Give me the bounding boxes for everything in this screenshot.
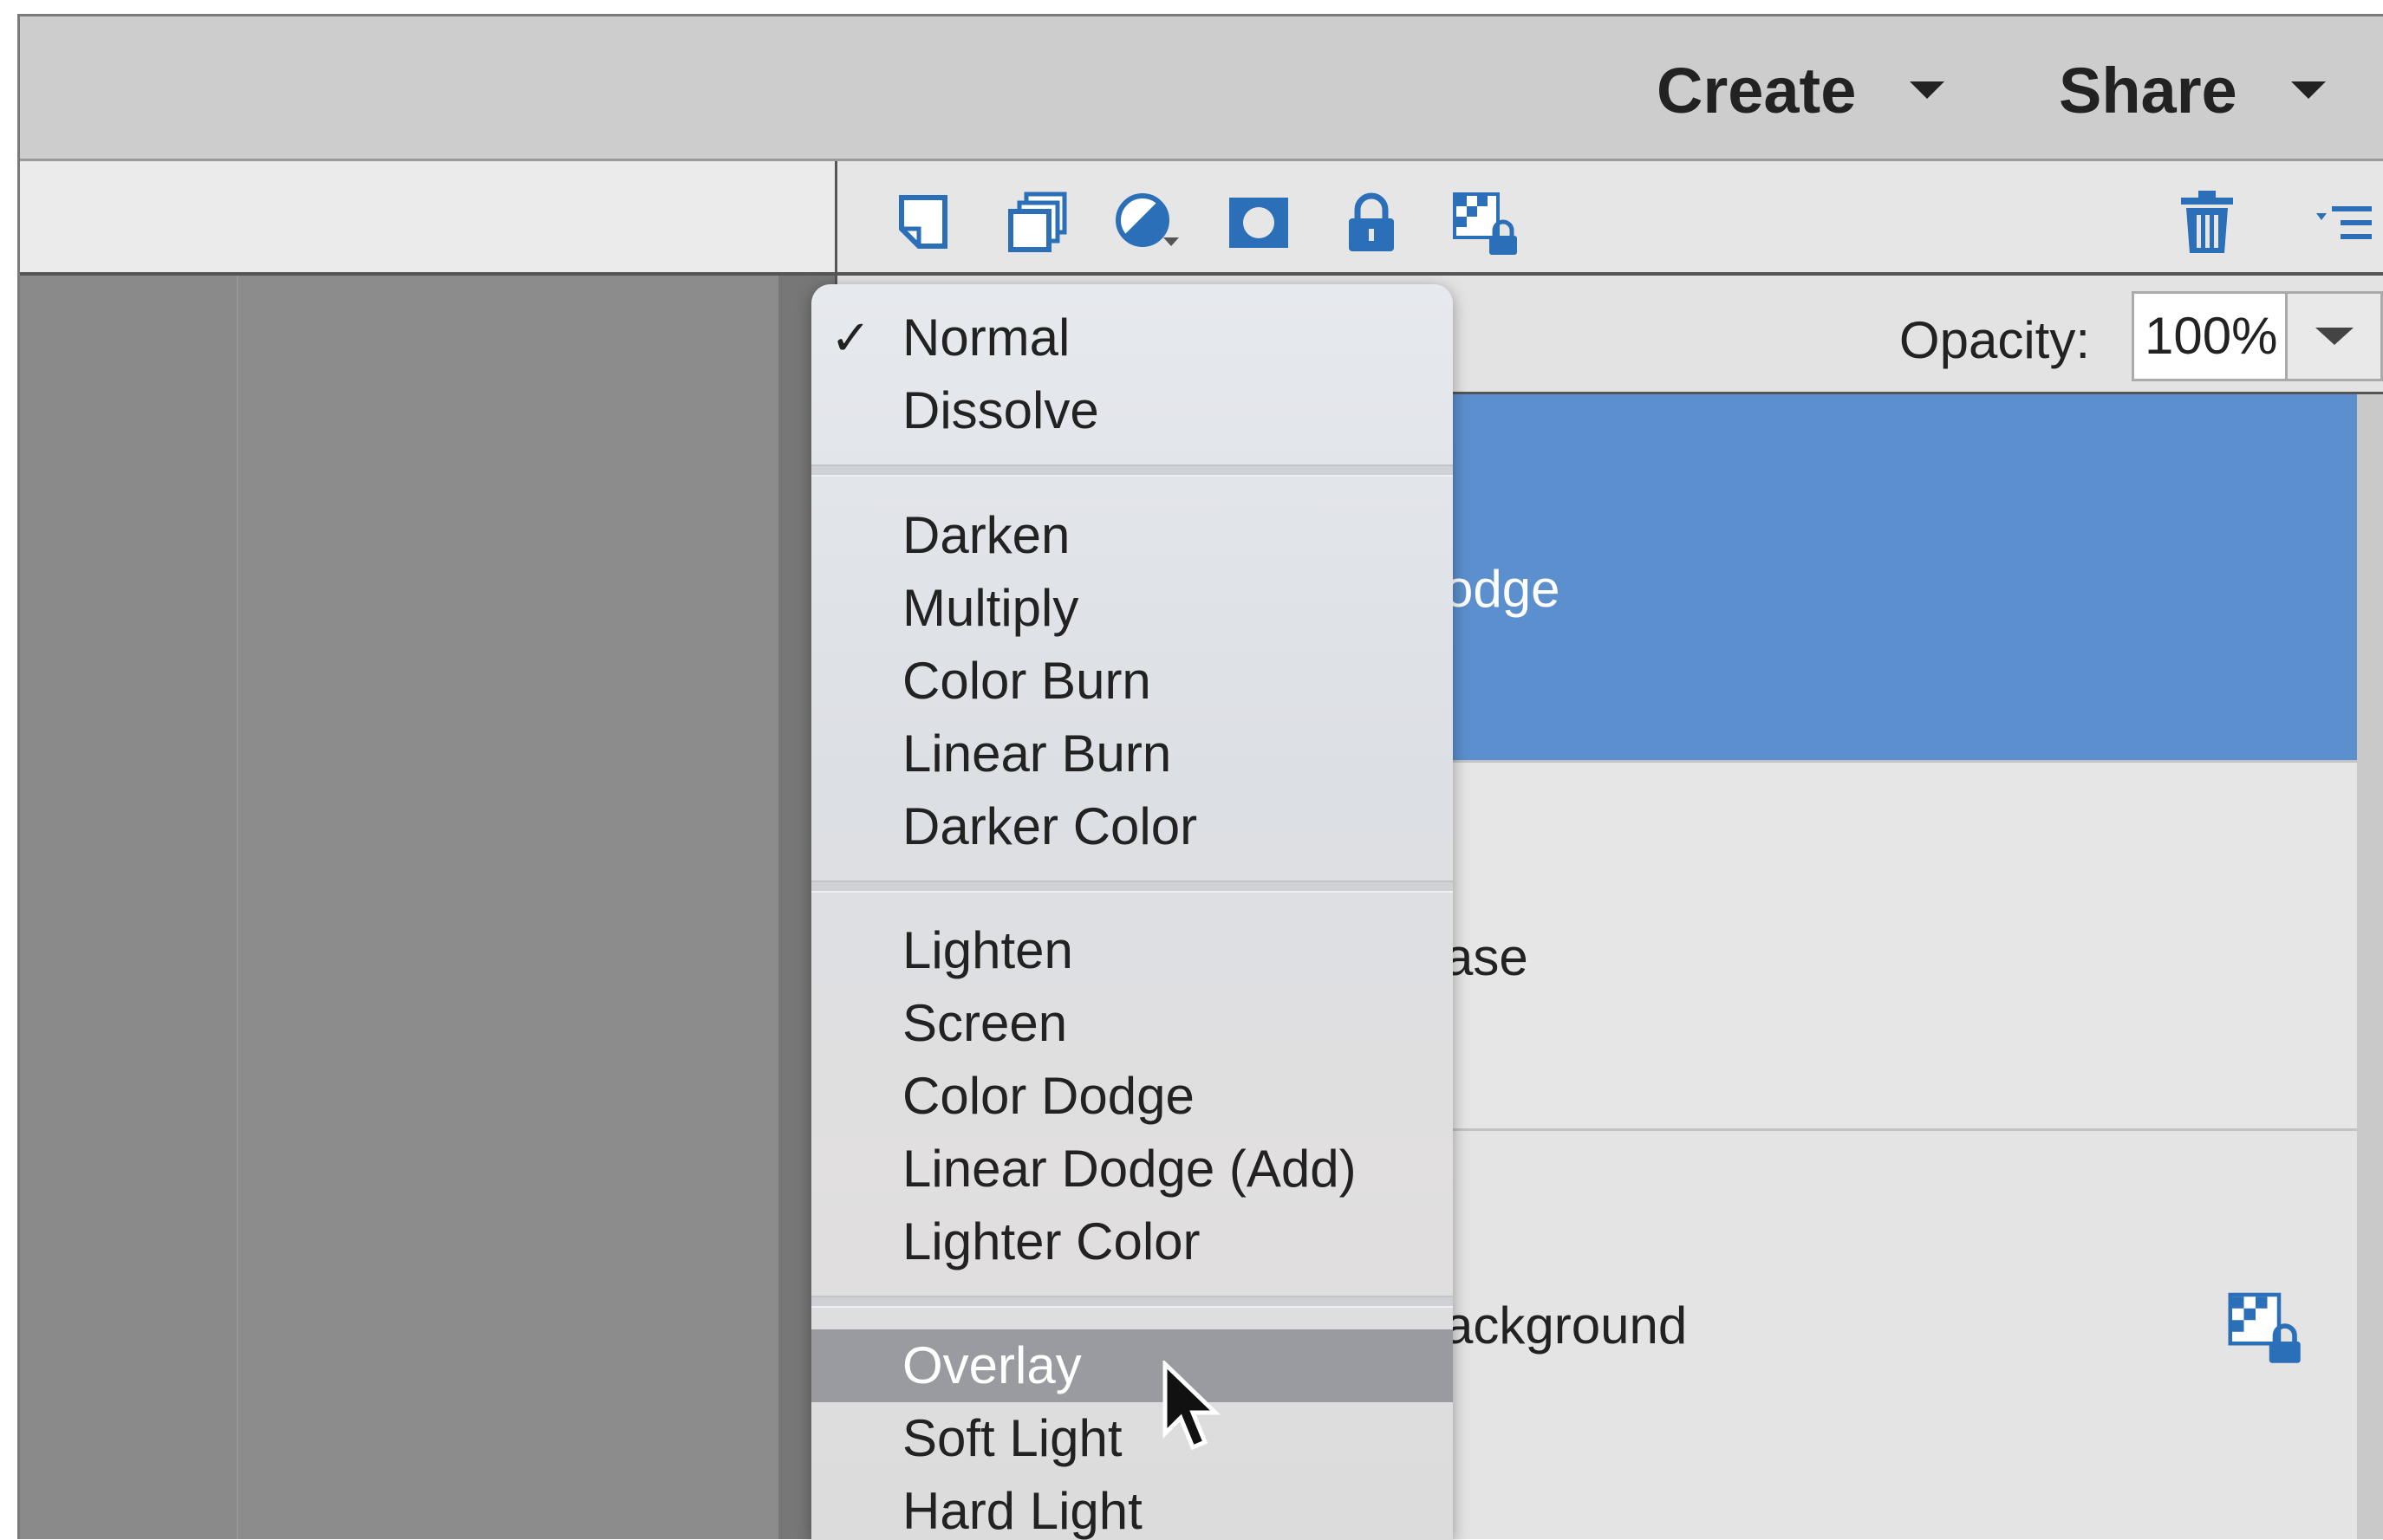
menu-item-label: Color Burn [902, 652, 1151, 710]
menu-item-darken[interactable]: Darken [811, 499, 1453, 572]
menu-item-normal[interactable]: ✓ Normal [811, 302, 1453, 374]
left-panel-column [20, 276, 237, 1539]
left-panel-header [20, 161, 835, 276]
layer-mask-icon[interactable] [1224, 187, 1293, 257]
lock-transparency-icon[interactable] [1449, 187, 1519, 257]
new-layer-icon[interactable] [891, 187, 960, 257]
menu-item-linear-dodge[interactable]: Linear Dodge (Add) [811, 1133, 1453, 1205]
menu-item-label: Screen [902, 994, 1068, 1052]
menu-item-color-dodge[interactable]: Color Dodge [811, 1060, 1453, 1133]
checkmark-icon: ✓ [830, 310, 871, 365]
menu-item-hard-light[interactable]: Hard Light [811, 1475, 1453, 1540]
menu-item-overlay[interactable]: Overlay [811, 1329, 1453, 1402]
menu-item-multiply[interactable]: Multiply [811, 572, 1453, 645]
menu-separator [811, 1296, 1453, 1308]
menu-item-label: Linear Dodge (Add) [902, 1140, 1357, 1198]
trash-icon[interactable] [2172, 187, 2242, 257]
menu-item-label: Darken [902, 506, 1071, 564]
mouse-cursor-icon [1162, 1359, 1222, 1456]
share-label: Share [2059, 54, 2237, 127]
menu-item-label: Linear Burn [902, 725, 1172, 783]
layers-toolbar [837, 161, 2383, 276]
layer-name: odge [1444, 560, 1560, 618]
scrollbar[interactable] [2357, 394, 2383, 1539]
menu-item-label: Soft Light [902, 1409, 1123, 1467]
panel-menu-icon[interactable] [2311, 187, 2380, 257]
menu-item-lighter-color[interactable]: Lighter Color [811, 1205, 1453, 1278]
chevron-down-icon [2290, 81, 2326, 99]
chevron-down-icon [1910, 81, 1945, 99]
opacity-label: Opacity: [1898, 311, 2090, 369]
menu-item-color-burn[interactable]: Color Burn [811, 645, 1453, 718]
menu-item-label: Multiply [902, 579, 1079, 637]
opacity-dropdown-button[interactable] [2288, 291, 2383, 381]
adjustment-layer-icon[interactable] [1113, 187, 1182, 257]
menu-item-label: Normal [902, 309, 1071, 367]
blend-mode-menu: ✓ Normal Dissolve Darken Multiply Color … [811, 284, 1453, 1540]
menu-item-label: Overlay [902, 1336, 1082, 1394]
menu-item-soft-light[interactable]: Soft Light [811, 1402, 1453, 1475]
opacity-input[interactable]: 100% [2132, 291, 2288, 381]
menu-item-lighten[interactable]: Lighten [811, 914, 1453, 987]
menu-separator [811, 880, 1453, 893]
menu-item-label: Hard Light [902, 1482, 1143, 1540]
share-menu[interactable]: Share [2059, 51, 2326, 129]
menu-item-darker-color[interactable]: Darker Color [811, 790, 1453, 863]
new-group-icon[interactable] [1004, 187, 1073, 257]
menu-item-dissolve[interactable]: Dissolve [811, 374, 1453, 447]
menu-separator [811, 465, 1453, 477]
lock-transparency-icon [2224, 1287, 2302, 1365]
menu-item-screen[interactable]: Screen [811, 987, 1453, 1060]
menu-item-label: Lighten [902, 921, 1073, 979]
canvas-area [237, 276, 780, 1539]
menu-item-label: Darker Color [902, 797, 1198, 855]
create-menu[interactable]: Create [1657, 51, 1945, 129]
chevron-down-icon [2315, 328, 2354, 345]
menu-item-linear-burn[interactable]: Linear Burn [811, 718, 1453, 790]
menu-item-label: Lighter Color [902, 1212, 1201, 1270]
menu-item-label: Color Dodge [902, 1067, 1195, 1125]
lock-icon[interactable] [1337, 187, 1406, 257]
menu-item-label: Dissolve [902, 381, 1099, 439]
create-label: Create [1657, 54, 1857, 127]
layer-name: ase [1444, 928, 1528, 986]
layer-name: ackground [1444, 1296, 1688, 1355]
top-bar: Create Share [20, 16, 2383, 161]
